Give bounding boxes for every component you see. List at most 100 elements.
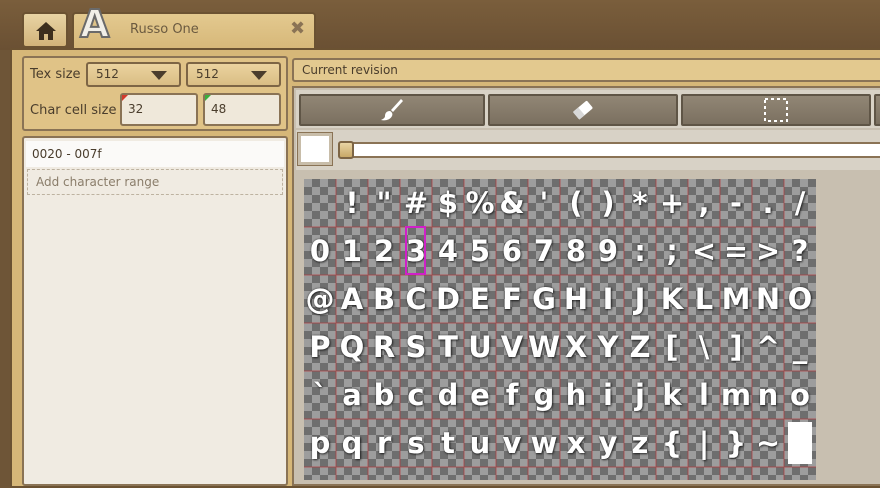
glyph-cell[interactable]: 7 xyxy=(528,227,560,275)
glyph-cell[interactable]: V xyxy=(496,323,528,371)
glyph-cell[interactable]: z xyxy=(624,419,656,467)
glyph-cell[interactable]: t xyxy=(432,419,464,467)
glyph-cell[interactable]: ] xyxy=(720,323,752,371)
more-tool-button[interactable] xyxy=(874,94,880,126)
glyph-cell[interactable]: | xyxy=(688,419,720,467)
glyph-cell[interactable]: > xyxy=(752,227,784,275)
glyph-cell[interactable]: ) xyxy=(592,179,624,227)
glyph-cell[interactable]: M xyxy=(720,275,752,323)
glyph-cell[interactable]: R xyxy=(368,323,400,371)
glyph-cell[interactable]: Y xyxy=(592,323,624,371)
tex-height-dropdown[interactable]: 512 xyxy=(186,62,281,87)
glyph-cell[interactable]: d xyxy=(432,371,464,419)
glyph-cell[interactable]: y xyxy=(592,419,624,467)
color-swatch[interactable] xyxy=(297,132,333,166)
glyph-cell[interactable]: i xyxy=(592,371,624,419)
glyph-cell[interactable]: f xyxy=(496,371,528,419)
glyph-cell[interactable]: ~ xyxy=(752,419,784,467)
slider-handle[interactable] xyxy=(338,141,354,159)
glyph-cell[interactable]: W xyxy=(528,323,560,371)
glyph-cell[interactable]: : xyxy=(624,227,656,275)
cell-width-field[interactable]: 32 xyxy=(120,93,198,126)
glyph-cell[interactable]: n xyxy=(752,371,784,419)
glyph-cell[interactable]: { xyxy=(656,419,688,467)
glyph-cell[interactable]: L xyxy=(688,275,720,323)
revision-dropdown[interactable]: Current revision xyxy=(292,58,880,82)
glyph-cell[interactable]: , xyxy=(688,179,720,227)
glyph-cell[interactable]: A xyxy=(336,275,368,323)
glyph-cell[interactable]: 8 xyxy=(560,227,592,275)
eraser-tool-button[interactable] xyxy=(488,94,678,126)
glyph-cell[interactable]: q xyxy=(336,419,368,467)
glyph-cell[interactable]: ! xyxy=(336,179,368,227)
glyph-cell[interactable]: Q xyxy=(336,323,368,371)
glyph-cell[interactable]: [ xyxy=(656,323,688,371)
range-item[interactable]: 0020 - 007f xyxy=(26,141,284,167)
close-tab-icon[interactable]: ✖ xyxy=(290,18,305,39)
glyph-cell[interactable]: + xyxy=(656,179,688,227)
glyph-cell[interactable]: u xyxy=(464,419,496,467)
glyph-cell[interactable]: ^ xyxy=(752,323,784,371)
glyph-cell[interactable]: ' xyxy=(528,179,560,227)
glyph-cell[interactable]: 4 xyxy=(432,227,464,275)
glyph-cell[interactable]: # xyxy=(400,179,432,227)
glyph-cell[interactable]: s xyxy=(400,419,432,467)
glyph-cell[interactable]: < xyxy=(688,227,720,275)
glyph-cell[interactable]: . xyxy=(752,179,784,227)
glyph-cell[interactable]: / xyxy=(784,179,816,227)
home-button[interactable] xyxy=(22,12,68,48)
glyph-cell[interactable]: ; xyxy=(656,227,688,275)
glyph-cell[interactable] xyxy=(304,179,336,227)
glyph-cell[interactable]: F xyxy=(496,275,528,323)
glyph-cell[interactable]: 2 xyxy=(368,227,400,275)
glyph-cell[interactable]: X xyxy=(560,323,592,371)
glyph-cell[interactable]: x xyxy=(560,419,592,467)
cell-height-field[interactable]: 48 xyxy=(203,93,281,126)
glyph-cell[interactable]: g xyxy=(528,371,560,419)
glyph-cell[interactable]: T xyxy=(432,323,464,371)
tex-width-dropdown[interactable]: 512 xyxy=(86,62,181,87)
glyph-cell[interactable]: C xyxy=(400,275,432,323)
glyph-cell[interactable]: % xyxy=(464,179,496,227)
glyph-cell[interactable]: @ xyxy=(304,275,336,323)
glyph-cell[interactable]: N xyxy=(752,275,784,323)
glyph-cell[interactable]: ` xyxy=(304,371,336,419)
glyph-cell[interactable]: S xyxy=(400,323,432,371)
glyph-cell[interactable]: " xyxy=(368,179,400,227)
glyph-cell[interactable]: E xyxy=(464,275,496,323)
glyph-cell[interactable]: p xyxy=(304,419,336,467)
glyph-cell[interactable]: o xyxy=(784,371,816,419)
glyph-cell[interactable]: B xyxy=(368,275,400,323)
glyph-cell[interactable]: O xyxy=(784,275,816,323)
glyph-cell[interactable]: Z xyxy=(624,323,656,371)
glyph-cell[interactable]: $ xyxy=(432,179,464,227)
add-range-button[interactable]: Add character range xyxy=(27,169,283,195)
glyph-cell[interactable]: J xyxy=(624,275,656,323)
glyph-cell[interactable]: b xyxy=(368,371,400,419)
glyph-cell[interactable]: 6 xyxy=(496,227,528,275)
glyph-cell[interactable]: K xyxy=(656,275,688,323)
glyph-cell[interactable]: ( xyxy=(560,179,592,227)
glyph-cell[interactable]: r xyxy=(368,419,400,467)
glyph-cell[interactable]: I xyxy=(592,275,624,323)
glyph-cell[interactable]: e xyxy=(464,371,496,419)
glyph-cell[interactable]: 9 xyxy=(592,227,624,275)
glyph-cell[interactable]: P xyxy=(304,323,336,371)
select-tool-button[interactable] xyxy=(681,94,871,126)
glyph-cell[interactable]: \ xyxy=(688,323,720,371)
glyph-cell[interactable]: & xyxy=(496,179,528,227)
glyph-cell[interactable]: _ xyxy=(784,323,816,371)
glyph-cell[interactable]: j xyxy=(624,371,656,419)
glyph-cell[interactable]: m xyxy=(720,371,752,419)
glyph-cell[interactable]: 5 xyxy=(464,227,496,275)
glyph-cell[interactable]: k xyxy=(656,371,688,419)
glyph-cell[interactable]: U xyxy=(464,323,496,371)
opacity-slider[interactable] xyxy=(338,142,880,158)
glyph-cell[interactable]: a xyxy=(336,371,368,419)
glyph-cell[interactable]: w xyxy=(528,419,560,467)
brush-tool-button[interactable] xyxy=(299,94,485,126)
glyph-cell[interactable]: h xyxy=(560,371,592,419)
glyph-cell[interactable]: G xyxy=(528,275,560,323)
glyph-cell[interactable]: H xyxy=(560,275,592,323)
glyph-cell[interactable]: - xyxy=(720,179,752,227)
